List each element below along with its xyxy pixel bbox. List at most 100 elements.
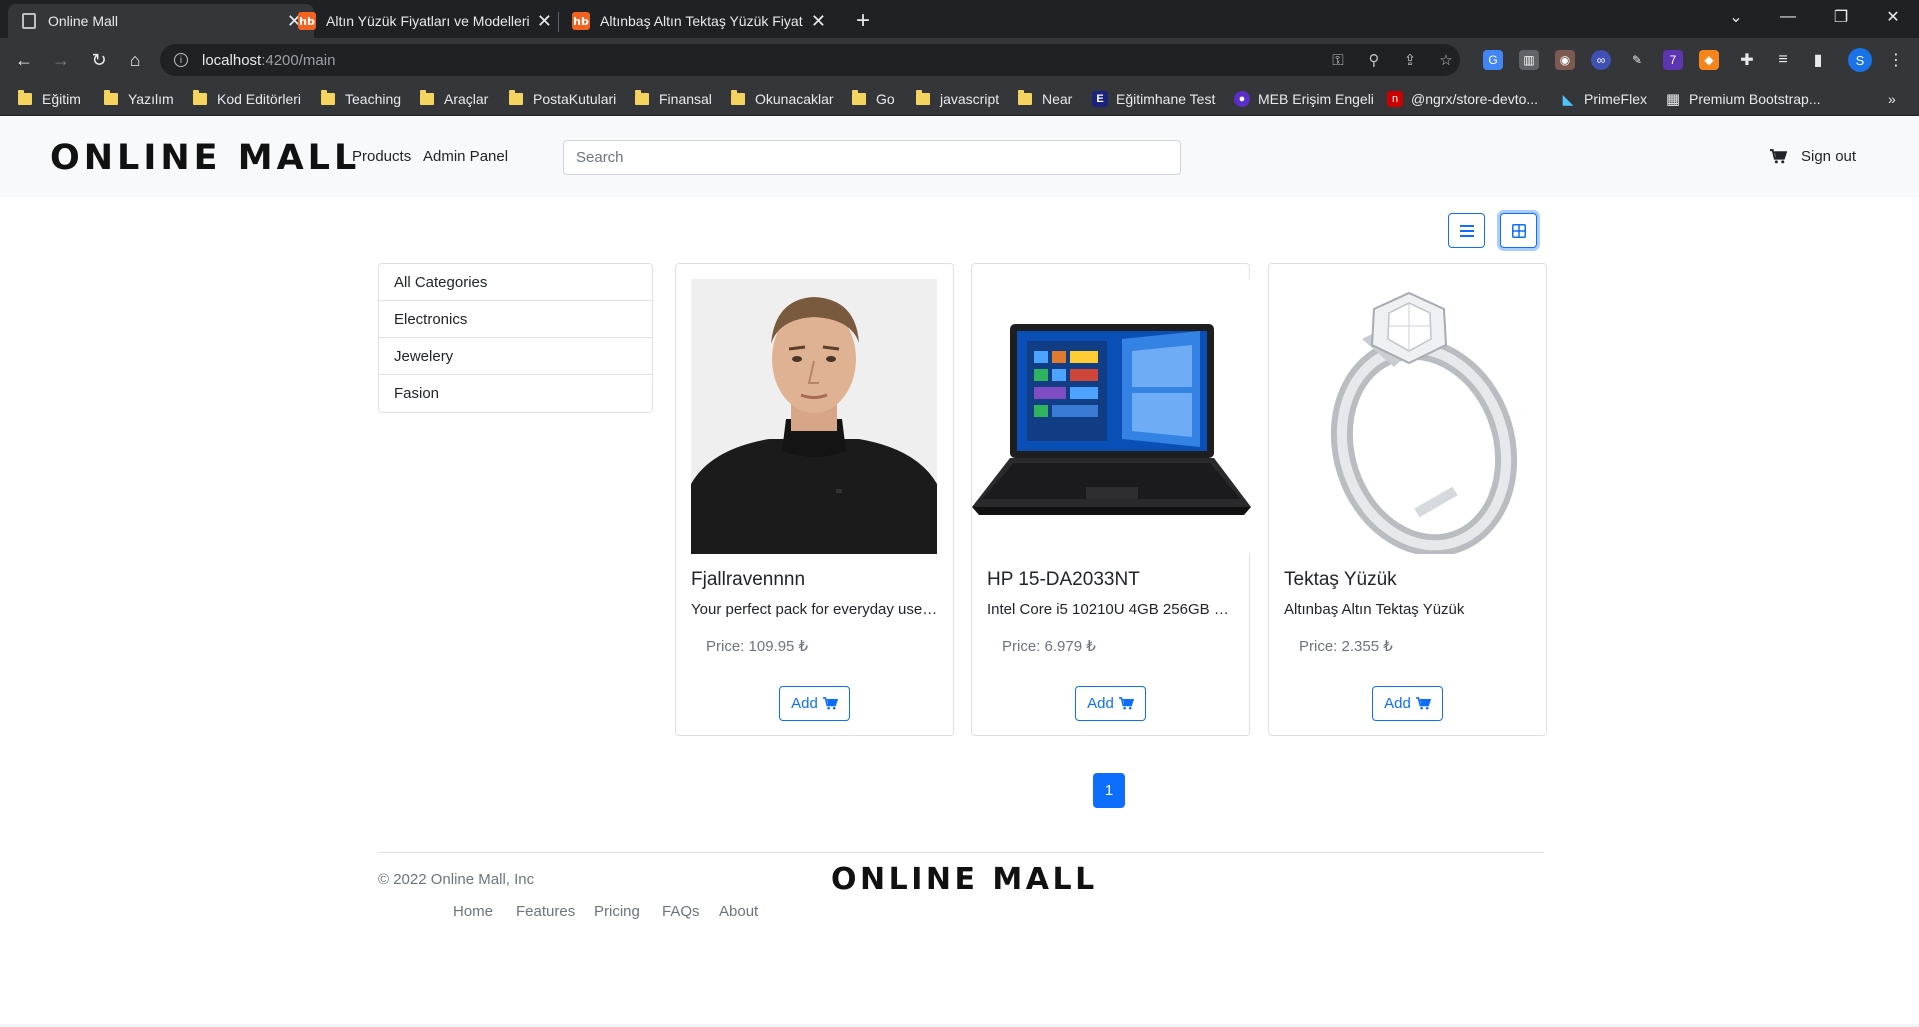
metamask-fox-icon[interactable]: ◆ xyxy=(1699,50,1719,70)
side-panel-icon[interactable]: ▮ xyxy=(1808,50,1828,70)
zoom-icon[interactable]: ⚲ xyxy=(1364,50,1384,70)
reading-list-icon[interactable]: ≡ xyxy=(1773,50,1793,70)
bookmark-araclar[interactable]: Araçlar xyxy=(420,82,488,116)
search-input[interactable] xyxy=(563,140,1181,175)
sign-out-label: Sign out xyxy=(1801,148,1857,165)
chrome-menu-icon[interactable]: ⋮ xyxy=(1886,50,1906,70)
product-image-man-sweater[interactable] xyxy=(691,279,937,554)
url-text: localhost:4200/main xyxy=(202,51,336,69)
share-icon[interactable]: ⇪ xyxy=(1400,50,1420,70)
forward-icon[interactable]: → xyxy=(47,46,75,74)
product-card: Tektaş Yüzük Altınbaş Altın Tektaş Yüzük… xyxy=(1268,263,1547,736)
product-name[interactable]: Tektaş Yüzük xyxy=(1284,569,1397,591)
footer-link-faqs[interactable]: FAQs xyxy=(662,903,700,920)
close-window-icon[interactable]: ✕ xyxy=(1870,0,1916,34)
tab-title: Altın Yüzük Fiyatları ve Modelleri xyxy=(326,13,529,29)
bookmark-teaching[interactable]: Teaching xyxy=(321,82,401,116)
key-icon[interactable]: ⚿ xyxy=(1328,50,1348,70)
site-info-icon[interactable]: i xyxy=(174,53,188,67)
folder-icon xyxy=(321,90,335,105)
restore-icon[interactable]: ❐ xyxy=(1818,0,1864,34)
footer-logo[interactable]: ONLINE MALL xyxy=(831,862,1098,897)
bookmark-star-icon[interactable]: ☆ xyxy=(1436,50,1456,70)
list-view-button[interactable] xyxy=(1448,213,1485,248)
grid-icon xyxy=(1511,223,1526,238)
bookmark-go[interactable]: Go xyxy=(852,82,895,116)
profile-avatar[interactable]: S xyxy=(1848,48,1872,72)
product-card: Fjallravennnn Your perfect pack for ever… xyxy=(675,263,954,736)
bookmarks-overflow-icon[interactable]: » xyxy=(1888,82,1896,116)
product-image-ring[interactable] xyxy=(1284,279,1530,554)
bookmark-premium-bootstrap[interactable]: ▦ Premium Bootstrap... xyxy=(1665,82,1821,116)
add-to-cart-button[interactable]: Add xyxy=(1075,686,1146,721)
bookmarks-bar: Eğitim Yazılım Kod Editörleri Teaching A… xyxy=(0,82,1919,116)
tab-title: Altınbaş Altın Tektaş Yüzük Fiyatı xyxy=(600,13,803,29)
sign-out-link[interactable]: Sign out xyxy=(1770,148,1856,165)
reload-icon[interactable]: ↻ xyxy=(85,46,113,74)
npm-icon: n xyxy=(1387,91,1403,107)
home-icon[interactable]: ⌂ xyxy=(121,46,149,74)
spy-extension-icon[interactable]: ◉ xyxy=(1555,50,1575,70)
bookmark-primeflex[interactable]: ◣ PrimeFlex xyxy=(1560,82,1647,116)
list-icon xyxy=(1459,224,1474,237)
product-image-laptop[interactable] xyxy=(972,279,1251,554)
close-tab-icon[interactable]: ✕ xyxy=(811,11,826,32)
tab-manager-extension-icon[interactable]: ▥ xyxy=(1519,50,1539,70)
footer-link-about[interactable]: About xyxy=(719,903,758,920)
bookmark-egitim[interactable]: Eğitim xyxy=(18,82,81,116)
new-tab-icon[interactable]: + xyxy=(846,4,880,38)
tab-search-icon[interactable]: ⌄ xyxy=(1713,0,1759,34)
minimize-icon[interactable]: — xyxy=(1765,0,1811,34)
bookmark-egitimhane-test[interactable]: E Eğitimhane Test xyxy=(1092,82,1215,116)
bookmark-finansal[interactable]: Finansal xyxy=(635,82,712,116)
link-extension-icon[interactable]: ∞ xyxy=(1591,50,1611,70)
product-card: HP 15-DA2033NT Intel Core i5 10210U 4GB … xyxy=(971,263,1251,736)
category-list: All Categories Electronics Jewelery Fasi… xyxy=(378,263,653,413)
bookmark-meb-erisim-engeli[interactable]: ● MEB Erişim Engeli xyxy=(1234,82,1374,116)
bookmark-javascript[interactable]: javascript xyxy=(916,82,999,116)
footer-divider xyxy=(378,852,1544,853)
bookmark-yazilim[interactable]: Yazılım xyxy=(104,82,174,116)
folder-icon xyxy=(852,90,866,105)
nav-products[interactable]: Products xyxy=(352,148,411,165)
nav-admin-panel[interactable]: Admin Panel xyxy=(423,148,508,165)
site-logo[interactable]: ONLINE MALL xyxy=(50,138,360,178)
product-description: Intel Core i5 10210U 4GB 256GB SS... xyxy=(987,601,1237,618)
back-icon[interactable]: ← xyxy=(10,46,38,74)
bookmark-kod-editorleri[interactable]: Kod Editörleri xyxy=(193,82,301,116)
bookmark-postakutulari[interactable]: PostaKutulari xyxy=(509,82,616,116)
product-name[interactable]: Fjallravennnn xyxy=(691,569,805,591)
egitimhane-icon: E xyxy=(1092,91,1108,107)
category-fasion[interactable]: Fasion xyxy=(379,375,652,412)
add-to-cart-button[interactable]: Add xyxy=(1372,686,1443,721)
bookmark-ngrx-store-devtools[interactable]: n @ngrx/store-devto... xyxy=(1387,82,1538,116)
product-name[interactable]: HP 15-DA2033NT xyxy=(987,569,1140,591)
translate-extension-icon[interactable]: G xyxy=(1483,50,1503,70)
footer-link-pricing[interactable]: Pricing xyxy=(594,903,640,920)
grid-view-button[interactable] xyxy=(1500,213,1537,248)
tab-altinbas-tektas[interactable]: hb Altınbaş Altın Tektaş Yüzük Fiyatı ✕ xyxy=(558,4,838,38)
category-all[interactable]: All Categories xyxy=(379,264,652,301)
site-header: ONLINE MALL Products Admin Panel Sign ou… xyxy=(0,116,1919,198)
grid-site-icon: ▦ xyxy=(1665,91,1681,108)
eyedropper-extension-icon[interactable]: ✎ xyxy=(1627,50,1647,70)
pagination-page-1[interactable]: 1 xyxy=(1093,773,1125,808)
tab-online-mall[interactable]: Online Mall ✕ xyxy=(8,4,314,38)
add-button-label: Add xyxy=(791,695,818,712)
close-tab-icon[interactable]: ✕ xyxy=(537,11,552,32)
category-electronics[interactable]: Electronics xyxy=(379,301,652,338)
add-to-cart-button[interactable]: Add xyxy=(779,686,850,721)
tab-altin-yuzuk[interactable]: hb Altın Yüzük Fiyatları ve Modelleri ✕ xyxy=(284,4,564,38)
extensions-puzzle-icon[interactable]: ✚ xyxy=(1737,50,1757,70)
polygon-extension-icon[interactable]: 7 xyxy=(1663,50,1683,70)
category-jewelery[interactable]: Jewelery xyxy=(379,338,652,375)
folder-icon xyxy=(420,90,434,105)
tab-title: Online Mall xyxy=(48,13,119,29)
folder-icon xyxy=(509,90,523,105)
hepsiburada-icon: hb xyxy=(298,12,316,30)
footer-link-features[interactable]: Features xyxy=(516,903,575,920)
footer-link-home[interactable]: Home xyxy=(453,903,493,920)
bookmark-okunacaklar[interactable]: Okunacaklar xyxy=(731,82,834,116)
address-bar[interactable]: i localhost:4200/main ⚿ ⚲ ⇪ ☆ xyxy=(160,44,1460,76)
bookmark-near[interactable]: Near xyxy=(1018,82,1072,116)
